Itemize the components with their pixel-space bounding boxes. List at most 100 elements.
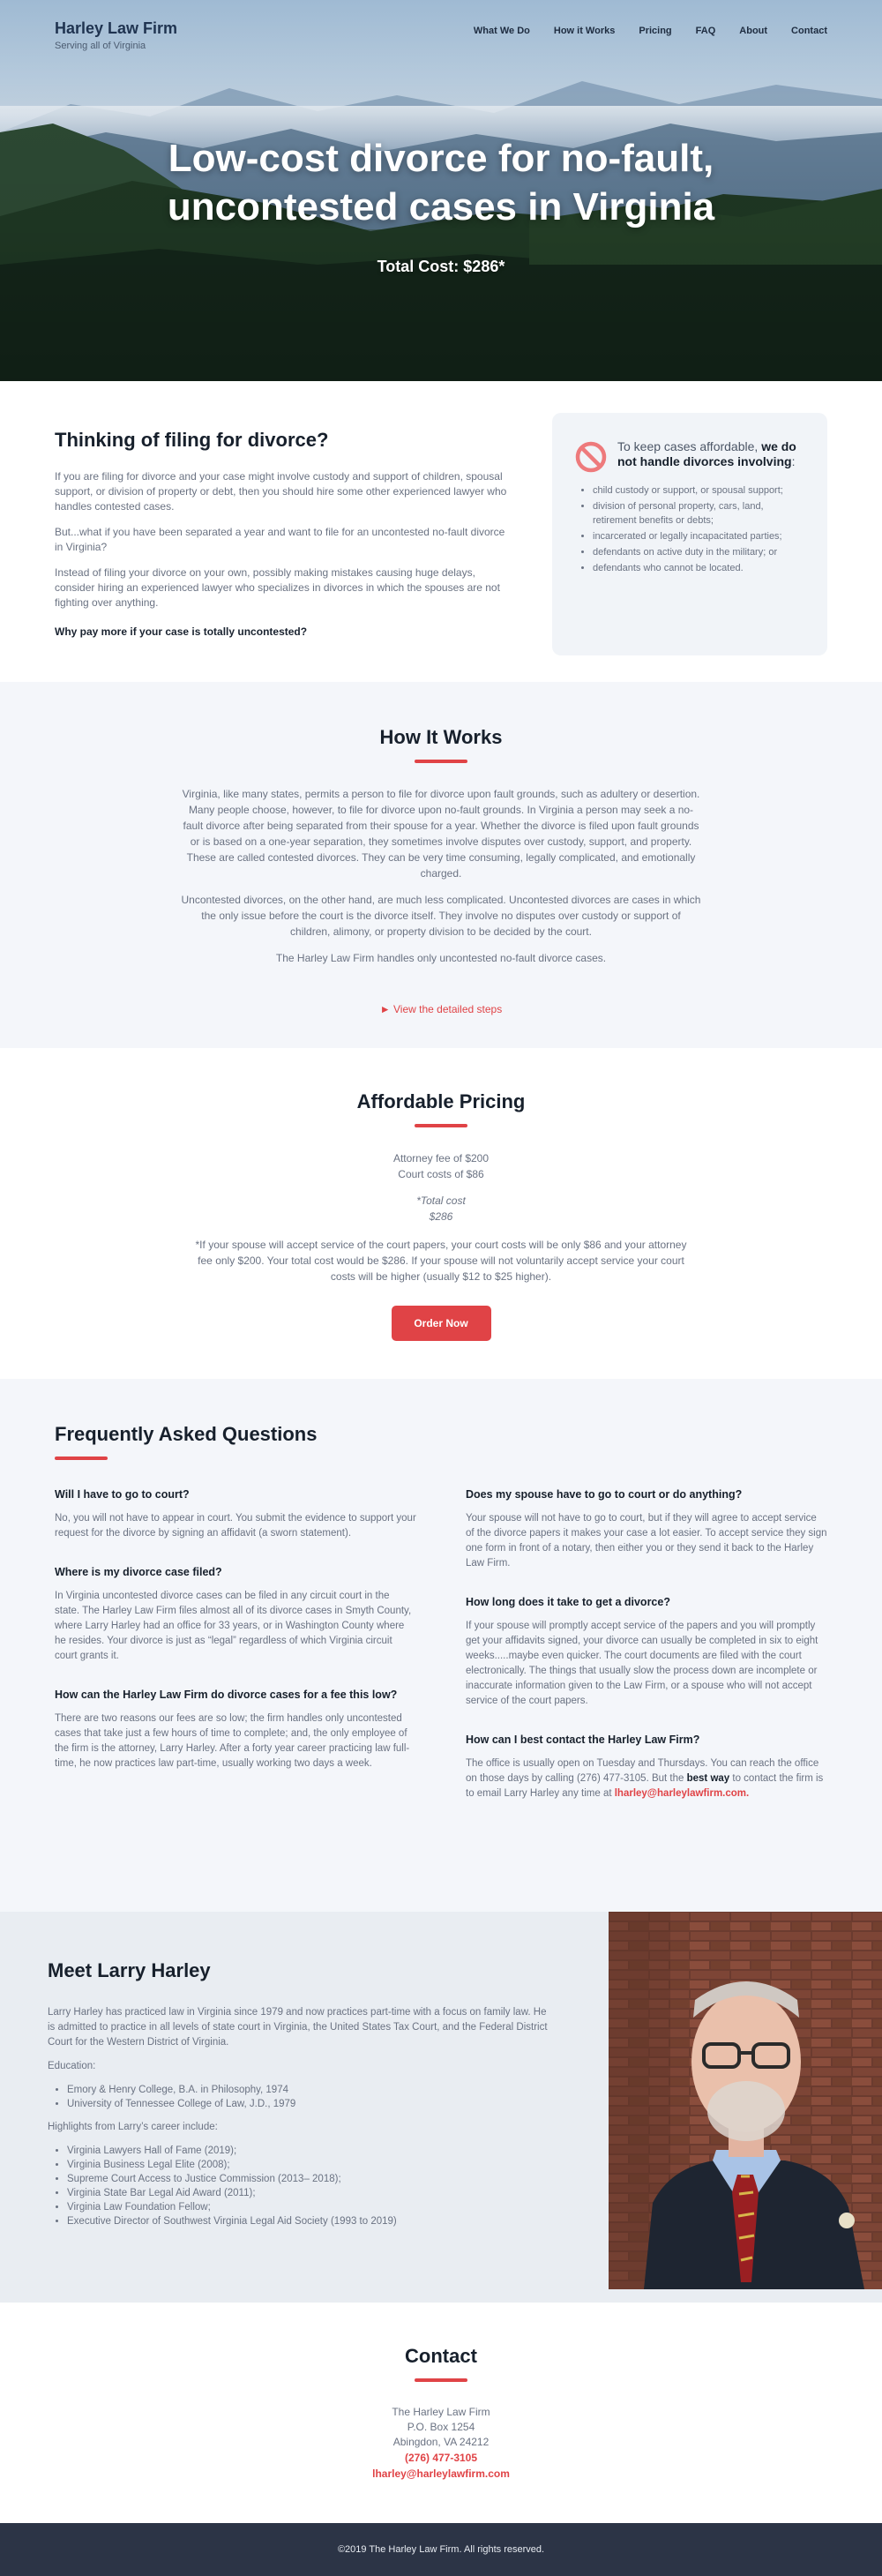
notice-title-end: : [791, 454, 796, 468]
hero-section: Harley Law Firm Serving all of Virginia … [0, 0, 882, 381]
exclusion-item: division of personal property, cars, lan… [593, 499, 804, 528]
intro-paragraph-4: Why pay more if your case is totally unc… [55, 625, 308, 638]
exclusion-item: defendants who cannot be located. [593, 561, 804, 575]
nav-about[interactable]: About [739, 26, 767, 36]
how-it-works-section: How It Works Virginia, like many states,… [0, 682, 882, 1048]
nav-contact[interactable]: Contact [791, 26, 827, 36]
faq-answer: No, you will not have to appear in court… [55, 1513, 416, 1539]
faq-question: Will I have to go to court? [55, 1488, 190, 1501]
how-paragraph-1: Virginia, like many states, permits a pe… [182, 788, 700, 880]
highlight-item: Virginia Lawyers Hall of Fame (2019); [67, 2144, 609, 2158]
faq-question: How can the Harley Law Firm do divorce c… [55, 1689, 398, 1701]
faq-section: Frequently Asked Questions Will I have t… [0, 1379, 882, 1912]
highlights-label: Highlights from Larry’s career include: [48, 2122, 218, 2132]
nav-faq[interactable]: FAQ [696, 26, 716, 36]
faq-answer: If your spouse will promptly accept serv… [466, 1621, 818, 1706]
intro-paragraph-2: But...what if you have been separated a … [55, 526, 505, 553]
faq-answer: Your spouse will not have to go to court… [466, 1513, 827, 1569]
brand-tagline: Serving all of Virginia [55, 41, 146, 51]
about-text: Meet Larry Harley Larry Harley has pract… [0, 1912, 609, 2303]
about-section: Meet Larry Harley Larry Harley has pract… [0, 1912, 882, 2303]
faq-answer-bold: best way [686, 1773, 730, 1784]
how-paragraph-3: The Harley Law Firm handles only unconte… [275, 952, 607, 964]
view-steps-toggle[interactable]: ► View the detailed steps [380, 1003, 502, 1015]
brand[interactable]: Harley Law Firm Serving all of Virginia [55, 0, 177, 51]
faq-column-left: Will I have to go to court? No, you will… [55, 1488, 416, 1826]
pricing-note: *If your spouse will accept service of t… [195, 1239, 687, 1283]
court-costs: Court costs of $86 [398, 1168, 484, 1180]
intro-text: Thinking of filing for divorce? If you a… [55, 429, 513, 682]
faq-question: How can I best contact the Harley Law Fi… [466, 1734, 700, 1746]
heading-underline [55, 1456, 108, 1460]
notice-title: To keep cases affordable, we do not hand… [617, 439, 804, 469]
faq-question: How long does it take to get a divorce? [466, 1596, 670, 1608]
exclusion-item: incarcerated or legally incapacitated pa… [593, 529, 804, 543]
pricing-heading: Affordable Pricing [356, 1090, 526, 1112]
total-cost: *Total cost $286 [0, 1193, 882, 1224]
hero-total-cost: Total Cost: $286* [377, 258, 505, 275]
contact-email-link[interactable]: lharley@harleylawfirm.com [372, 2467, 510, 2480]
intro-section: Thinking of filing for divorce? If you a… [0, 381, 882, 682]
heading-underline [415, 1124, 467, 1127]
exclusion-item: defendants on active duty in the militar… [593, 545, 804, 559]
highlight-item: Virginia Business Legal Elite (2008); [67, 2158, 609, 2172]
portrait-illustration [609, 1912, 882, 2289]
highlight-item: Virginia State Bar Legal Aid Award (2011… [67, 2186, 609, 2200]
faq-answer-text: . [746, 1788, 750, 1799]
faq-column-right: Does my spouse have to go to court or do… [466, 1488, 827, 1826]
highlights-list: Virginia Lawyers Hall of Fame (2019); Vi… [48, 2144, 609, 2228]
order-now-button[interactable]: Order Now [391, 1306, 491, 1341]
total-cost-label: *Total cost [416, 1194, 466, 1207]
faq-heading: Frequently Asked Questions [55, 1423, 318, 1445]
attorney-fee: Attorney fee of $200 [392, 1152, 490, 1164]
nav-what-we-do[interactable]: What We Do [474, 26, 530, 36]
about-heading: Meet Larry Harley [48, 1959, 211, 1981]
how-paragraph-2: Uncontested divorces, on the other hand,… [181, 894, 701, 938]
footer: ©2019 The Harley Law Firm. All rights re… [0, 2523, 882, 2576]
faq-answer: There are two reasons our fees are so lo… [55, 1713, 410, 1769]
exclusions-notice: To keep cases affordable, we do not hand… [552, 413, 827, 655]
top-nav: Harley Law Firm Serving all of Virginia … [0, 0, 882, 64]
hero-text: Low-cost divorce for no-fault, uncontest… [0, 134, 882, 276]
education-list: Emory & Henry College, B.A. in Philosoph… [48, 2083, 609, 2111]
faq-question: Where is my divorce case filed? [55, 1566, 222, 1578]
faq-item: How can the Harley Law Firm do divorce c… [55, 1689, 416, 1771]
exclusion-item: child custody or support, or spousal sup… [593, 483, 804, 498]
faq-grid: Will I have to go to court? No, you will… [55, 1488, 827, 1826]
faq-answer: In Virginia uncontested divorce cases ca… [55, 1591, 412, 1661]
nav-pricing[interactable]: Pricing [639, 26, 671, 36]
contact-phone-link[interactable]: (276) 477-3105 [405, 2452, 477, 2464]
hero-title-line-1: Low-cost divorce for no-fault, [168, 137, 714, 180]
faq-item: Will I have to go to court? No, you will… [55, 1488, 416, 1541]
how-heading: How It Works [379, 726, 503, 748]
notice-title-plain: To keep cases affordable, [617, 439, 762, 453]
footer-copyright: ©2019 The Harley Law Firm. All rights re… [337, 2544, 545, 2555]
pricing-section: Affordable Pricing Attorney fee of $200 … [0, 1048, 882, 1379]
intro-paragraph-3: Instead of filing your divorce on your o… [55, 566, 500, 609]
nav-how-it-works[interactable]: How it Works [554, 26, 615, 36]
highlight-item: Virginia Law Foundation Fellow; [67, 2200, 609, 2214]
contact-po-box: P.O. Box 1254 [407, 2421, 475, 2433]
hero-title-line-2: uncontested cases in Virginia [167, 185, 715, 228]
notice-header: To keep cases affordable, we do not hand… [575, 439, 804, 473]
faq-question: Does my spouse have to go to court or do… [466, 1488, 743, 1501]
about-bio: Larry Harley has practiced law in Virgin… [48, 2007, 548, 2048]
intro-paragraph-1: If you are filing for divorce and your c… [55, 470, 507, 513]
contact-heading: Contact [405, 2345, 477, 2367]
hero-title: Low-cost divorce for no-fault, uncontest… [0, 134, 882, 231]
faq-item: How long does it take to get a divorce? … [466, 1596, 827, 1709]
total-cost-value: $286 [429, 1210, 453, 1223]
nav-menu: What We Do How it Works Pricing FAQ Abou… [450, 0, 827, 36]
ban-icon [575, 441, 607, 473]
faq-email-link[interactable]: lharley@harleylawfirm.com [615, 1788, 746, 1799]
education-label: Education: [48, 2061, 96, 2071]
intro-heading: Thinking of filing for divorce? [55, 429, 329, 451]
highlight-item: Executive Director of Southwest Virginia… [67, 2214, 609, 2228]
faq-item: Where is my divorce case filed? In Virgi… [55, 1566, 416, 1664]
highlight-item: Supreme Court Access to Justice Commissi… [67, 2172, 609, 2186]
heading-underline [415, 760, 467, 763]
faq-answer: The office is usually open on Tuesday an… [466, 1756, 827, 1801]
brand-name[interactable]: Harley Law Firm [55, 19, 177, 38]
exclusions-list: child custody or support, or spousal sup… [575, 483, 804, 575]
heading-underline [415, 2378, 467, 2382]
